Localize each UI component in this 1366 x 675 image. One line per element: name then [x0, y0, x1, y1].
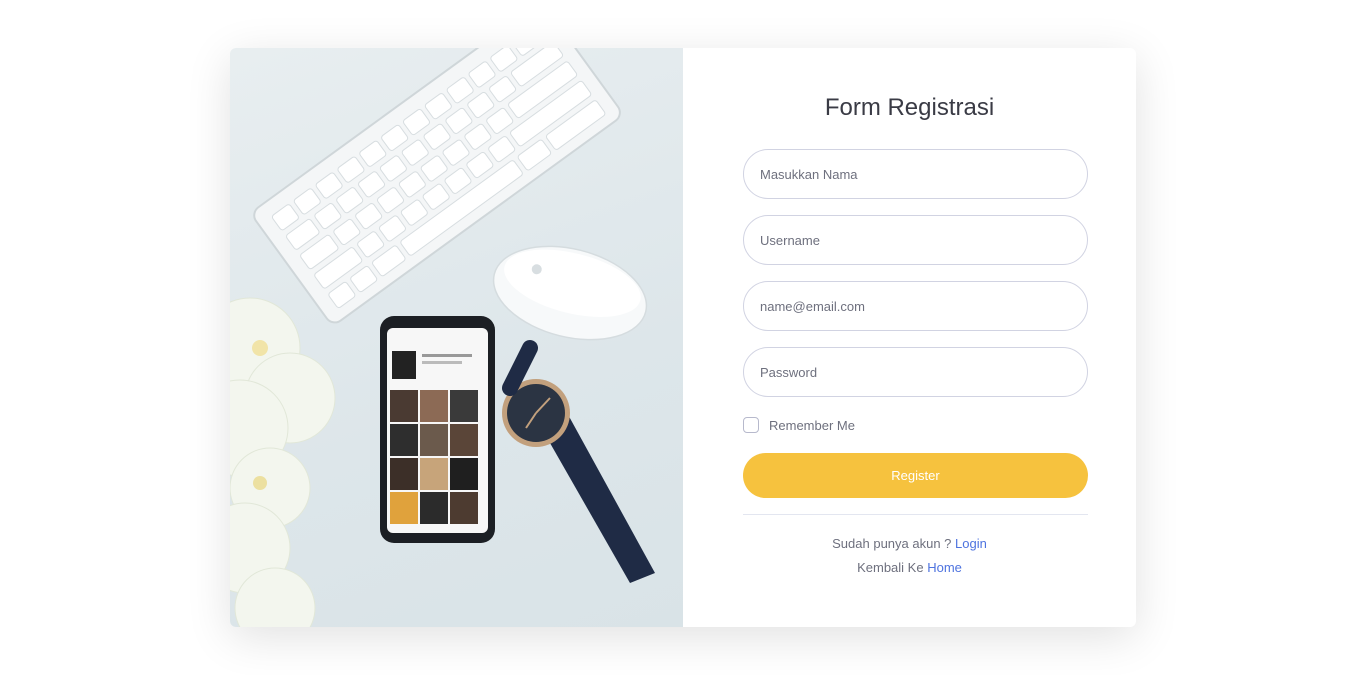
register-button[interactable]: Register: [743, 453, 1088, 498]
remember-me-label: Remember Me: [769, 417, 855, 433]
registration-form: Form Registrasi Remember Me Register Sud…: [683, 48, 1136, 627]
form-title: Form Registrasi: [824, 94, 995, 121]
home-link[interactable]: Home: [927, 560, 962, 575]
home-prompt: Kembali Ke Home: [683, 560, 1136, 575]
remember-me[interactable]: Remember Me: [743, 417, 855, 433]
login-prompt-text: Sudah punya akun ?: [832, 536, 952, 551]
home-prompt-text: Kembali Ke: [857, 560, 924, 575]
login-link[interactable]: Login: [955, 536, 987, 551]
name-input[interactable]: [743, 149, 1088, 199]
email-input[interactable]: [743, 281, 1088, 331]
divider: [743, 514, 1088, 515]
login-prompt: Sudah punya akun ? Login: [683, 536, 1136, 551]
password-input[interactable]: [743, 347, 1088, 397]
registration-card: Form Registrasi Remember Me Register Sud…: [230, 48, 1136, 627]
username-input[interactable]: [743, 215, 1088, 265]
remember-me-checkbox[interactable]: [743, 417, 759, 433]
desk-photo-illustration: [230, 48, 655, 627]
desk-photo: [230, 48, 683, 627]
